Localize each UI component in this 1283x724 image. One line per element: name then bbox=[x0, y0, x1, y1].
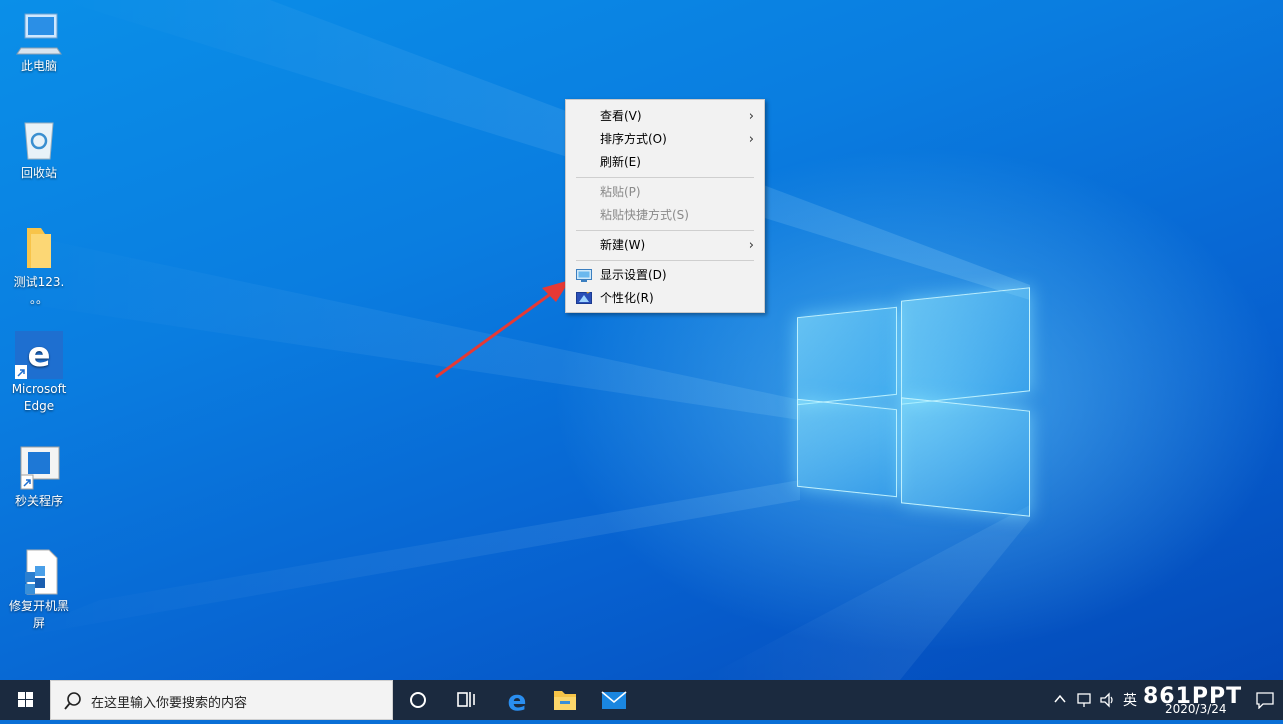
menu-item-paste[interactable]: 粘贴(P) bbox=[566, 181, 764, 204]
desktop-icon-recycle-bin[interactable]: 回收站 bbox=[6, 115, 72, 182]
menu-item-display-settings[interactable]: 显示设置(D) bbox=[566, 264, 764, 287]
svg-text:e: e bbox=[508, 684, 527, 717]
recycle-bin-icon bbox=[15, 115, 63, 163]
action-center-icon[interactable] bbox=[1255, 691, 1275, 709]
file-explorer-icon bbox=[554, 691, 576, 710]
desktop-icon-folder[interactable]: 测试123. 。。 bbox=[6, 224, 72, 308]
chevron-up-icon[interactable] bbox=[1053, 692, 1067, 706]
svg-text:e: e bbox=[27, 335, 50, 375]
edge-icon: e bbox=[15, 331, 63, 379]
search-placeholder: 在这里输入你要搜索的内容 bbox=[91, 696, 248, 711]
ime-indicator[interactable]: 英 bbox=[1123, 690, 1137, 710]
menu-separator bbox=[576, 230, 754, 231]
menu-item-new[interactable]: 新建(W) › bbox=[566, 234, 764, 257]
display-settings-icon bbox=[576, 269, 592, 282]
chevron-right-icon: › bbox=[748, 132, 754, 147]
menu-item-sort-by[interactable]: 排序方式(O) › bbox=[566, 128, 764, 151]
personalize-icon bbox=[576, 292, 592, 304]
windows-start-icon bbox=[18, 692, 33, 707]
taskbar-edge-button[interactable]: e bbox=[492, 680, 540, 720]
folder-icon bbox=[15, 224, 63, 272]
windows-logo-wallpaper bbox=[797, 282, 1030, 519]
menu-item-paste-shortcut[interactable]: 粘贴快捷方式(S) bbox=[566, 204, 764, 227]
menu-item-view[interactable]: 查看(V) › bbox=[566, 105, 764, 128]
desktop-icon-this-pc[interactable]: 此电脑 bbox=[6, 8, 72, 75]
volume-icon[interactable] bbox=[1099, 691, 1117, 709]
clock-date[interactable]: 2020/3/24 bbox=[1165, 702, 1227, 716]
task-view-icon bbox=[457, 692, 475, 707]
start-button[interactable] bbox=[0, 680, 50, 720]
menu-separator bbox=[576, 260, 754, 261]
desktop-icon-edge[interactable]: e Microsoft Edge bbox=[6, 331, 72, 415]
system-tray: 英 861PPT 2020/3/24 bbox=[1023, 680, 1283, 720]
mail-icon bbox=[601, 691, 627, 709]
taskbar-cortana-button[interactable] bbox=[394, 680, 442, 720]
search-icon bbox=[64, 692, 81, 710]
desktop[interactable]: 此电脑 回收站 测试123. 。。 e Microsoft Edge 秒关程序 … bbox=[0, 0, 1283, 680]
desktop-icon-shutdown-app[interactable]: 秒关程序 bbox=[6, 443, 72, 510]
chevron-right-icon: › bbox=[748, 109, 754, 124]
taskbar-search-box[interactable]: 在这里输入你要搜索的内容 bbox=[50, 680, 393, 720]
network-icon[interactable] bbox=[1075, 691, 1093, 709]
repair-script-icon bbox=[15, 548, 63, 596]
taskbar-file-explorer-button[interactable] bbox=[541, 680, 589, 720]
menu-item-refresh[interactable]: 刷新(E) bbox=[566, 151, 764, 174]
menu-separator bbox=[576, 177, 754, 178]
chevron-right-icon: › bbox=[748, 238, 754, 253]
taskbar: 在这里输入你要搜索的内容 e 英 861PPT 2020/3/24 bbox=[0, 680, 1283, 720]
menu-item-personalize[interactable]: 个性化(R) bbox=[566, 287, 764, 310]
computer-icon bbox=[15, 8, 63, 56]
desktop-icon-repair-script[interactable]: 修复开机黑 屏 bbox=[6, 548, 72, 632]
window-shortcut-icon bbox=[15, 443, 63, 491]
desktop-context-menu: 查看(V) › 排序方式(O) › 刷新(E) 粘贴(P) 粘贴快捷方式(S) … bbox=[565, 99, 765, 313]
taskbar-mail-button[interactable] bbox=[590, 680, 638, 720]
annotation-arrow bbox=[435, 280, 570, 379]
taskbar-task-view-button[interactable] bbox=[442, 680, 490, 720]
cortana-icon bbox=[410, 692, 426, 708]
edge-icon: e bbox=[508, 684, 527, 717]
